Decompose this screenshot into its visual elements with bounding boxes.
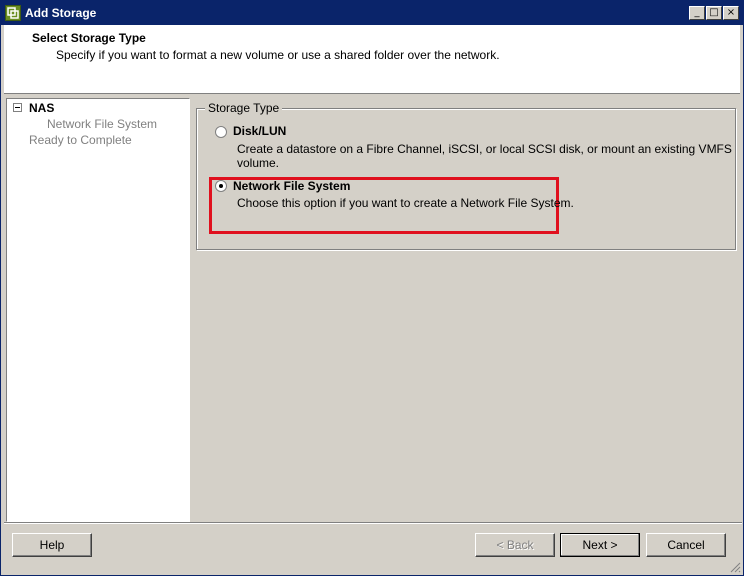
wizard-header: Select Storage Type Specify if you want … (4, 25, 740, 94)
wizard-steps-tree: NAS Network File System Ready to Complet… (6, 98, 190, 522)
cancel-button[interactable]: Cancel (646, 533, 726, 557)
back-button[interactable]: < Back (475, 533, 555, 557)
help-button[interactable]: Help (12, 533, 92, 557)
tree-item-ready-to-complete[interactable]: Ready to Complete (29, 133, 132, 147)
storage-type-legend: Storage Type (205, 101, 283, 115)
footer-divider (4, 522, 742, 524)
title-bar[interactable]: Add Storage _ □ × (1, 1, 743, 25)
disk-lun-radio[interactable] (215, 126, 227, 138)
network-file-system-description: Choose this option if you want to create… (237, 196, 574, 210)
wizard-content: Storage Type Disk/LUN Create a datastore… (191, 98, 739, 520)
vsphere-app-icon (5, 5, 21, 21)
tree-item-nas[interactable]: NAS (29, 101, 54, 115)
page-subtitle: Specify if you want to format a new volu… (56, 48, 500, 62)
add-storage-window: Add Storage _ □ × Select Storage Type Sp… (0, 0, 744, 576)
disk-lun-description: Create a datastore on a Fibre Channel, i… (237, 142, 732, 170)
storage-type-group: Storage Type Disk/LUN Create a datastore… (196, 101, 736, 250)
next-button[interactable]: Next > (560, 533, 640, 557)
resize-grip-icon[interactable] (729, 561, 741, 573)
collapse-icon[interactable] (13, 103, 22, 112)
network-file-system-radio[interactable] (215, 180, 227, 192)
minimize-button[interactable]: _ (689, 6, 705, 20)
maximize-button[interactable]: □ (706, 6, 722, 20)
tree-item-network-file-system[interactable]: Network File System (47, 117, 157, 131)
window-title: Add Storage (25, 6, 97, 20)
close-button[interactable]: × (723, 6, 739, 20)
disk-lun-label[interactable]: Disk/LUN (233, 124, 286, 138)
network-file-system-label[interactable]: Network File System (233, 179, 350, 193)
page-title: Select Storage Type (32, 31, 146, 45)
